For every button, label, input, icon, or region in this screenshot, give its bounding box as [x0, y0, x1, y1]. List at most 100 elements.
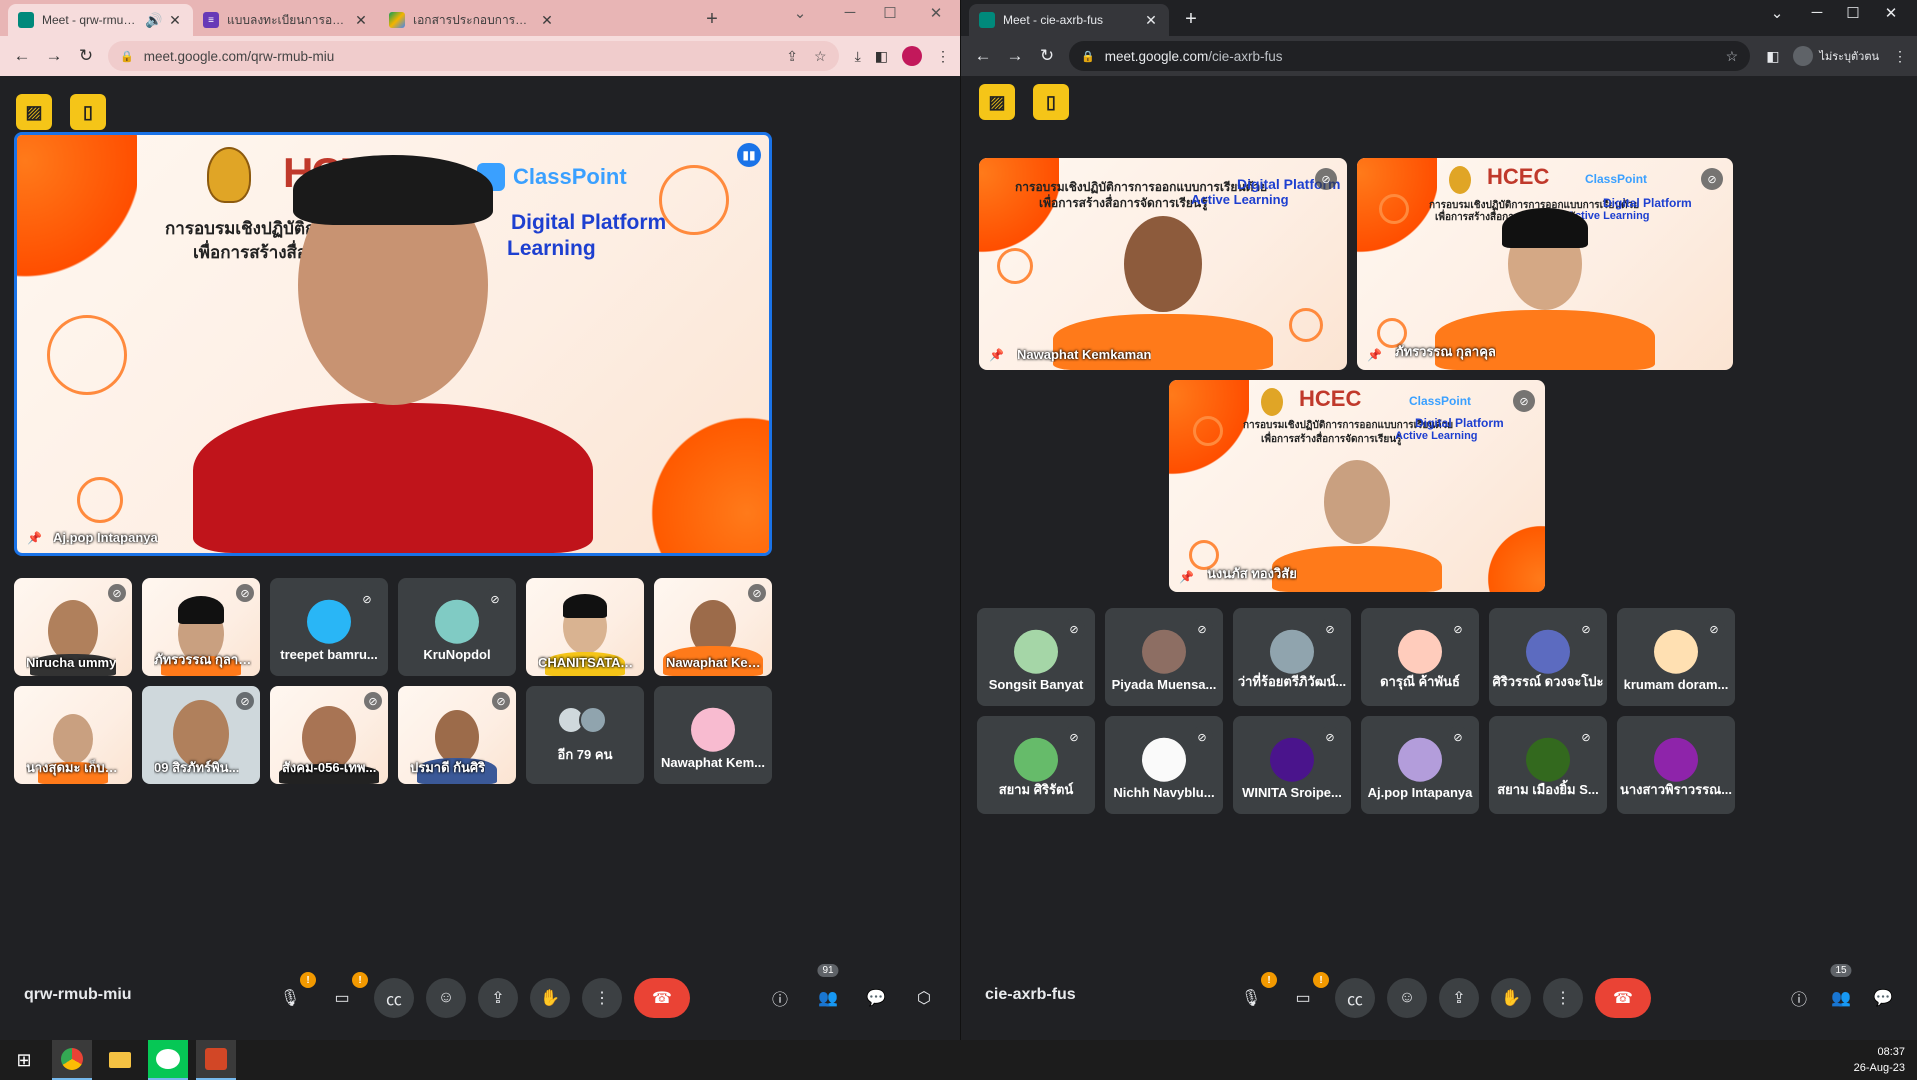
menu-kebab-icon[interactable]: ⋮	[1893, 48, 1907, 65]
tab-meet-qrw[interactable]: Meet - qrw-rmub-miu 🔊 ✕	[8, 4, 193, 36]
side-panel-icon[interactable]: ◧	[1766, 48, 1779, 65]
audio-icon[interactable]: 🔊	[145, 12, 162, 29]
participant-tile[interactable]: ⊘ ดารุณี ค้าพันธ์	[1361, 608, 1479, 706]
close-window-button[interactable]: ✕	[1871, 4, 1911, 22]
participant-tile[interactable]: ⊘ สังคม-056-เทพ...	[270, 686, 388, 784]
profile-avatar[interactable]	[902, 46, 922, 66]
back-icon[interactable]: ←	[6, 46, 38, 66]
captions-button[interactable]: ㏄	[1335, 978, 1375, 1018]
participant-tile[interactable]: ⊘ สยาม เมืองยิ้ม S...	[1489, 716, 1607, 814]
forward-icon[interactable]: →	[999, 46, 1031, 66]
participant-tile[interactable]: Nawaphat Kem...	[654, 686, 772, 784]
participant-tile[interactable]: ⊘ treepet bamru...	[270, 578, 388, 676]
close-window-button[interactable]: ✕	[916, 4, 956, 22]
close-tab-icon[interactable]: ✕	[539, 12, 555, 29]
present-button[interactable]: ⇪	[478, 978, 518, 1018]
camera-button[interactable]: ▭!	[1283, 972, 1329, 1018]
participant-tile[interactable]: นางสุดมะ เก็บทูกาน...	[14, 686, 132, 784]
bookmark-star-icon[interactable]: ☆	[814, 48, 827, 65]
emoji-button[interactable]: ☺	[426, 978, 466, 1018]
incognito-profile[interactable]: ไม่ระบุตัวตน	[1793, 46, 1879, 66]
address-bar[interactable]: 🔒 meet.google.com/qrw-rmub-miu ⇪ ☆	[108, 41, 839, 71]
featured-participant-tile[interactable]: HCEC ClassPoint การอบรมเชิงปฏิบัติการการ…	[1357, 158, 1733, 370]
more-participants-tile[interactable]: อีก 79 คน	[526, 686, 644, 784]
windows-start-icon[interactable]: ⊞	[4, 1040, 44, 1080]
classpoint-tool-icon[interactable]: ▯	[70, 94, 106, 130]
emoji-button[interactable]: ☺	[1387, 978, 1427, 1018]
participant-tile[interactable]: ⊘ Piyada Muensa...	[1105, 608, 1223, 706]
reload-icon[interactable]: ↻	[1031, 46, 1063, 66]
participant-tile[interactable]: ⊘ ว่าที่ร้อยตรีภิวัฒน์...	[1233, 608, 1351, 706]
powerpoint-icon[interactable]	[196, 1040, 236, 1080]
participant-tile[interactable]: CHANITSATA K...	[526, 578, 644, 676]
participant-tile[interactable]: ⊘ Nirucha ummy	[14, 578, 132, 676]
leave-call-button[interactable]: ☎	[634, 978, 690, 1018]
maximize-button[interactable]: ☐	[870, 4, 910, 22]
participant-tile[interactable]: ⊘ 09 สิรภัทร์พิน...	[142, 686, 260, 784]
participant-tile[interactable]: ⊘ KruNopdol	[398, 578, 516, 676]
share-icon[interactable]: ⇪	[786, 48, 798, 65]
close-tab-icon[interactable]: ✕	[1143, 12, 1159, 29]
download-icon[interactable]: ⤓	[855, 48, 861, 65]
address-bar[interactable]: 🔒 meet.google.com/cie-axrb-fus ☆	[1069, 41, 1751, 71]
bookmark-star-icon[interactable]: ☆	[1726, 48, 1739, 65]
tab-search-icon[interactable]: ⌄	[780, 4, 820, 22]
system-clock[interactable]: 08:37 26-Aug-23	[1854, 1044, 1905, 1076]
pin-icon[interactable]: 📌	[1179, 570, 1194, 584]
chrome-taskbar-icon[interactable]	[52, 1040, 92, 1080]
more-options-button[interactable]: ⋮	[1543, 978, 1583, 1018]
tab-training-docs[interactable]: เอกสารประกอบการอบรม Digital P ✕	[379, 4, 565, 36]
tab-search-icon[interactable]: ⌄	[1757, 4, 1797, 22]
close-tab-icon[interactable]: ✕	[353, 12, 369, 29]
classpoint-hide-icon[interactable]: ▨	[979, 84, 1015, 120]
pin-icon[interactable]: 📌	[989, 348, 1004, 362]
present-button[interactable]: ⇪	[1439, 978, 1479, 1018]
classpoint-tool-icon[interactable]: ▯	[1033, 84, 1069, 120]
participant-tile[interactable]: นางสาวพิราวรรณ...	[1617, 716, 1735, 814]
participant-tile[interactable]: ⊘ ภัทรวรรณ กุลาคุล	[142, 578, 260, 676]
mic-button[interactable]: 🎙!	[270, 972, 316, 1018]
camera-button[interactable]: ▭!	[322, 972, 368, 1018]
pin-icon[interactable]: 📌	[27, 531, 42, 545]
file-explorer-icon[interactable]	[100, 1040, 140, 1080]
participant-tile[interactable]: ⊘ Nichh Navyblu...	[1105, 716, 1223, 814]
maximize-button[interactable]: ☐	[1833, 4, 1873, 22]
participant-tile[interactable]: ⊘ Nawaphat Kem...	[654, 578, 772, 676]
info-icon[interactable]: ⓘ	[1779, 978, 1819, 1018]
pin-icon[interactable]: 📌	[1367, 348, 1382, 362]
people-button[interactable]: 👥 15	[1821, 964, 1861, 1018]
tab-registration-form[interactable]: ≡ แบบลงทะเบียนการอบรมเชิงปฏิบัติก ✕	[193, 4, 379, 36]
new-tab-button[interactable]: +	[1179, 8, 1203, 31]
chat-button[interactable]: 💬	[1863, 978, 1903, 1018]
chat-button[interactable]: 💬	[856, 978, 896, 1018]
raise-hand-button[interactable]: ✋	[1491, 978, 1531, 1018]
leave-call-button[interactable]: ☎	[1595, 978, 1651, 1018]
people-button[interactable]: 👥 91	[808, 964, 848, 1018]
participant-tile[interactable]: ⊘ WINITA Sroipe...	[1233, 716, 1351, 814]
participant-tile[interactable]: ⊘ Songsit Banyat	[977, 608, 1095, 706]
participant-tile[interactable]: ⊘ สยาม ศิริรัตน์	[977, 716, 1095, 814]
featured-participant-tile[interactable]: HCEC ClassPoint การอบรมเชิงปฏิบัติการการ…	[1169, 380, 1545, 592]
mic-button[interactable]: 🎙!	[1231, 972, 1277, 1018]
participant-tile[interactable]: ⊘ krumam doram...	[1617, 608, 1735, 706]
raise-hand-button[interactable]: ✋	[530, 978, 570, 1018]
main-speaker-tile[interactable]: HCEC ClassPoint การอบรมเชิงปฏิบัติการ เพ…	[14, 132, 772, 556]
reload-icon[interactable]: ↻	[70, 46, 102, 66]
line-app-icon[interactable]	[148, 1040, 188, 1080]
more-options-button[interactable]: ⋮	[582, 978, 622, 1018]
participant-tile[interactable]: ⊘ Aj.pop Intapanya	[1361, 716, 1479, 814]
info-icon[interactable]: ⓘ	[760, 978, 800, 1018]
close-tab-icon[interactable]: ✕	[167, 12, 183, 29]
minimize-button[interactable]: ─	[830, 4, 870, 21]
back-icon[interactable]: ←	[967, 46, 999, 66]
tab-meet-cie[interactable]: Meet - cie-axrb-fus ✕	[969, 4, 1169, 36]
menu-kebab-icon[interactable]: ⋮	[936, 48, 950, 65]
captions-button[interactable]: ㏄	[374, 978, 414, 1018]
side-panel-icon[interactable]: ◧	[875, 48, 888, 65]
new-tab-button[interactable]: +	[700, 8, 724, 31]
participant-tile[interactable]: ⊘ ศิริวรรณ์ ดวงจะโปะ	[1489, 608, 1607, 706]
forward-icon[interactable]: →	[38, 46, 70, 66]
minimize-button[interactable]: ─	[1797, 4, 1837, 21]
activities-button[interactable]: ⬡	[904, 978, 944, 1018]
featured-participant-tile[interactable]: การอบรมเชิงปฏิบัติการการออกแบบการเรียนด้…	[979, 158, 1347, 370]
